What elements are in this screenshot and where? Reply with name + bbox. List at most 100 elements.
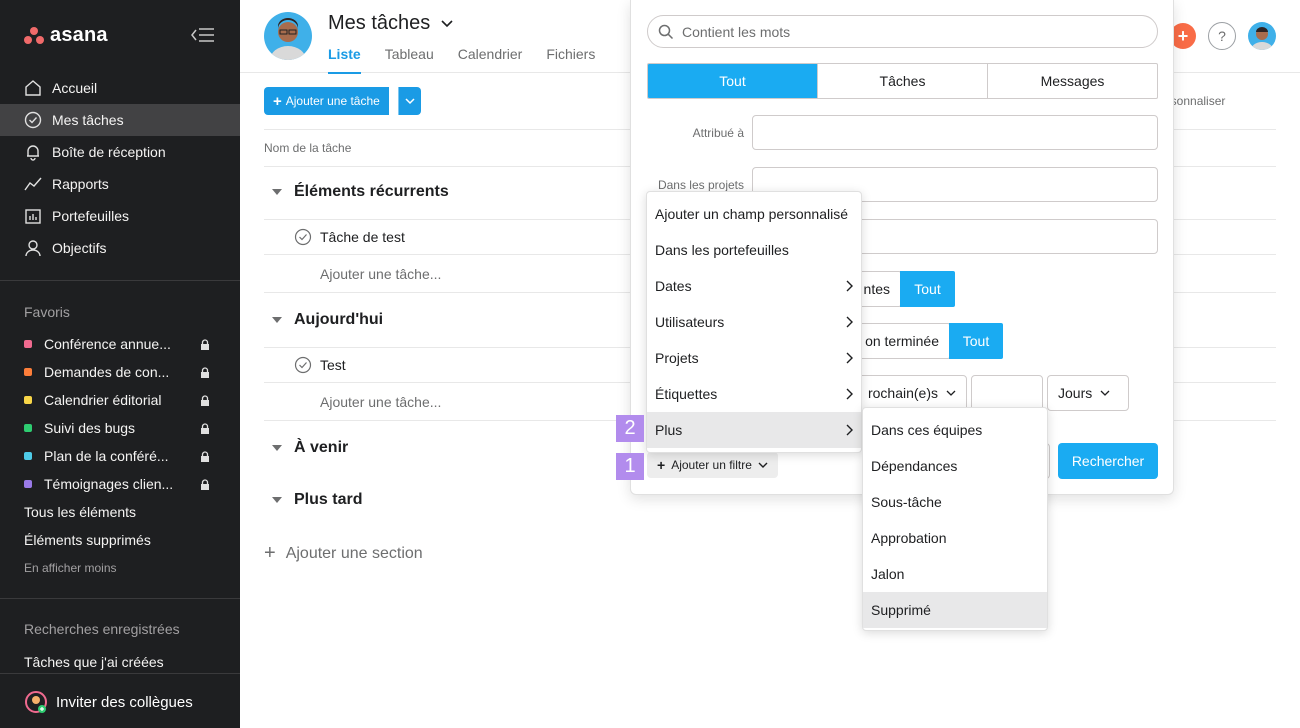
days-unit-select[interactable]: Jours bbox=[1047, 375, 1129, 411]
tab-board[interactable]: Tableau bbox=[385, 46, 434, 74]
menu-item-users[interactable]: Utilisateurs bbox=[647, 304, 861, 340]
check-circle-icon[interactable] bbox=[294, 228, 312, 246]
deleted-items-link[interactable]: Éléments supprimés bbox=[0, 526, 240, 554]
favorite-label: Conférence annue... bbox=[44, 336, 171, 352]
menu-item-dependencies[interactable]: Dépendances bbox=[863, 448, 1047, 484]
check-circle-icon[interactable] bbox=[294, 356, 312, 374]
nav-inbox[interactable]: Boîte de réception bbox=[0, 136, 240, 168]
caret-down-icon[interactable] bbox=[272, 317, 282, 323]
add-filter-menu: Ajouter un champ personnalisé Dans les p… bbox=[646, 191, 862, 453]
plus-icon: + bbox=[264, 542, 276, 564]
add-section-label: Ajouter une section bbox=[285, 544, 423, 562]
segment-messages[interactable]: Messages bbox=[988, 64, 1157, 98]
menu-item-projects[interactable]: Projets bbox=[647, 340, 861, 376]
menu-item-label: Plus bbox=[655, 422, 683, 438]
add-section-button[interactable]: + Ajouter une section bbox=[264, 542, 423, 565]
lock-icon bbox=[201, 479, 209, 490]
invite-colleagues-button[interactable]: Inviter des collègues bbox=[24, 690, 193, 714]
favorite-label: Calendrier éditorial bbox=[44, 392, 162, 408]
view-tabs: Liste Tableau Calendrier Fichiers bbox=[328, 46, 595, 74]
add-task-label: Ajouter une tâche bbox=[285, 94, 380, 108]
menu-item-milestone[interactable]: Jalon bbox=[863, 556, 1047, 592]
assigned-to-field[interactable] bbox=[752, 115, 1158, 150]
caret-down-icon[interactable] bbox=[272, 497, 282, 503]
step-badge: 1 bbox=[616, 453, 644, 480]
nav-label: Boîte de réception bbox=[52, 144, 166, 160]
section-header[interactable]: Aujourd'hui bbox=[272, 311, 383, 329]
section-header[interactable]: À venir bbox=[272, 439, 348, 457]
tab-files[interactable]: Fichiers bbox=[546, 46, 595, 74]
menu-item-label: Jalon bbox=[871, 566, 905, 582]
chevron-right-icon bbox=[846, 352, 853, 364]
nav-goals[interactable]: Objectifs bbox=[0, 232, 240, 264]
lock-icon bbox=[201, 339, 209, 350]
profile-avatar[interactable] bbox=[1248, 22, 1276, 50]
caret-down-icon[interactable] bbox=[272, 189, 282, 195]
page-title[interactable]: Mes tâches bbox=[328, 12, 454, 35]
favorite-project[interactable]: Conférence annue... bbox=[0, 330, 240, 358]
filter-option-label: ntes bbox=[863, 281, 890, 297]
favorite-project[interactable]: Plan de la conféré... bbox=[0, 442, 240, 470]
menu-item-tags[interactable]: Étiquettes bbox=[647, 376, 861, 412]
search-input[interactable] bbox=[682, 23, 1122, 40]
menu-item-custom-field[interactable]: Ajouter un champ personnalisé bbox=[647, 196, 861, 232]
show-less-link[interactable]: En afficher moins bbox=[0, 554, 240, 582]
favorite-project[interactable]: Témoignages clien... bbox=[0, 470, 240, 498]
nav-my-tasks[interactable]: Mes tâches bbox=[0, 104, 240, 136]
favorite-project[interactable]: Calendrier éditorial bbox=[0, 386, 240, 414]
section-header[interactable]: Plus tard bbox=[272, 491, 362, 509]
chevron-right-icon bbox=[846, 280, 853, 292]
add-task-button[interactable]: + Ajouter une tâche bbox=[264, 87, 389, 115]
nav-reports[interactable]: Rapports bbox=[0, 168, 240, 200]
assigned-to-label: Attribué à bbox=[692, 126, 744, 140]
tab-calendar[interactable]: Calendrier bbox=[458, 46, 523, 74]
segment-tasks[interactable]: Tâches bbox=[818, 64, 988, 98]
in-projects-label: Dans les projets bbox=[657, 178, 744, 192]
column-task-name[interactable]: Nom de la tâche bbox=[264, 141, 351, 155]
chevron-right-icon bbox=[846, 316, 853, 328]
day-count-input[interactable] bbox=[971, 375, 1043, 411]
chevron-down-icon bbox=[758, 462, 768, 468]
segment-all[interactable]: Tout bbox=[648, 64, 818, 98]
menu-item-label: Dans les portefeuilles bbox=[655, 242, 789, 258]
chevron-right-icon bbox=[846, 424, 853, 436]
all-items-link[interactable]: Tous les éléments bbox=[0, 498, 240, 526]
menu-item-in-teams[interactable]: Dans ces équipes bbox=[863, 412, 1047, 448]
project-color-dot bbox=[24, 424, 32, 432]
menu-item-approval[interactable]: Approbation bbox=[863, 520, 1047, 556]
asana-logo[interactable]: asana bbox=[24, 24, 108, 47]
days-unit-value: Jours bbox=[1058, 385, 1093, 401]
menu-item-more[interactable]: Plus bbox=[647, 412, 861, 448]
favorite-project[interactable]: Suivi des bugs bbox=[0, 414, 240, 442]
collapse-sidebar-icon[interactable] bbox=[190, 26, 216, 44]
favorite-project[interactable]: Demandes de con... bbox=[0, 358, 240, 386]
add-filter-button[interactable]: + Ajouter un filtre bbox=[647, 452, 778, 478]
help-icon[interactable]: ? bbox=[1208, 22, 1236, 50]
project-color-dot bbox=[24, 452, 32, 460]
add-task-dropdown-button[interactable] bbox=[398, 87, 421, 115]
search-field[interactable] bbox=[647, 15, 1158, 48]
home-icon bbox=[24, 79, 42, 97]
section-title: Plus tard bbox=[294, 491, 363, 508]
project-color-dot bbox=[24, 396, 32, 404]
page-title-text: Mes tâches bbox=[328, 12, 431, 34]
filter-option-all[interactable]: Tout bbox=[900, 271, 955, 307]
nav-home[interactable]: Accueil bbox=[0, 72, 240, 104]
nav-portfolios[interactable]: Portefeuilles bbox=[0, 200, 240, 232]
menu-item-label: Projets bbox=[655, 350, 699, 366]
menu-item-label: Dates bbox=[655, 278, 692, 294]
tab-list[interactable]: Liste bbox=[328, 46, 361, 74]
section-header[interactable]: Éléments récurrents bbox=[272, 183, 449, 201]
completion-option-all[interactable]: Tout bbox=[949, 323, 1003, 359]
saved-search-item[interactable]: Tâches que j'ai créées bbox=[0, 648, 164, 676]
bell-icon bbox=[24, 143, 42, 161]
menu-item-deleted[interactable]: Supprimé bbox=[863, 592, 1047, 628]
caret-down-icon[interactable] bbox=[272, 445, 282, 451]
menu-item-label: Étiquettes bbox=[655, 386, 718, 402]
search-submit-button[interactable]: Rechercher bbox=[1058, 443, 1158, 479]
menu-item-subtask[interactable]: Sous-tâche bbox=[863, 484, 1047, 520]
menu-item-in-portfolios[interactable]: Dans les portefeuilles bbox=[647, 232, 861, 268]
user-avatar[interactable] bbox=[264, 12, 312, 60]
menu-item-dates[interactable]: Dates bbox=[647, 268, 861, 304]
sidebar-divider bbox=[0, 598, 240, 599]
